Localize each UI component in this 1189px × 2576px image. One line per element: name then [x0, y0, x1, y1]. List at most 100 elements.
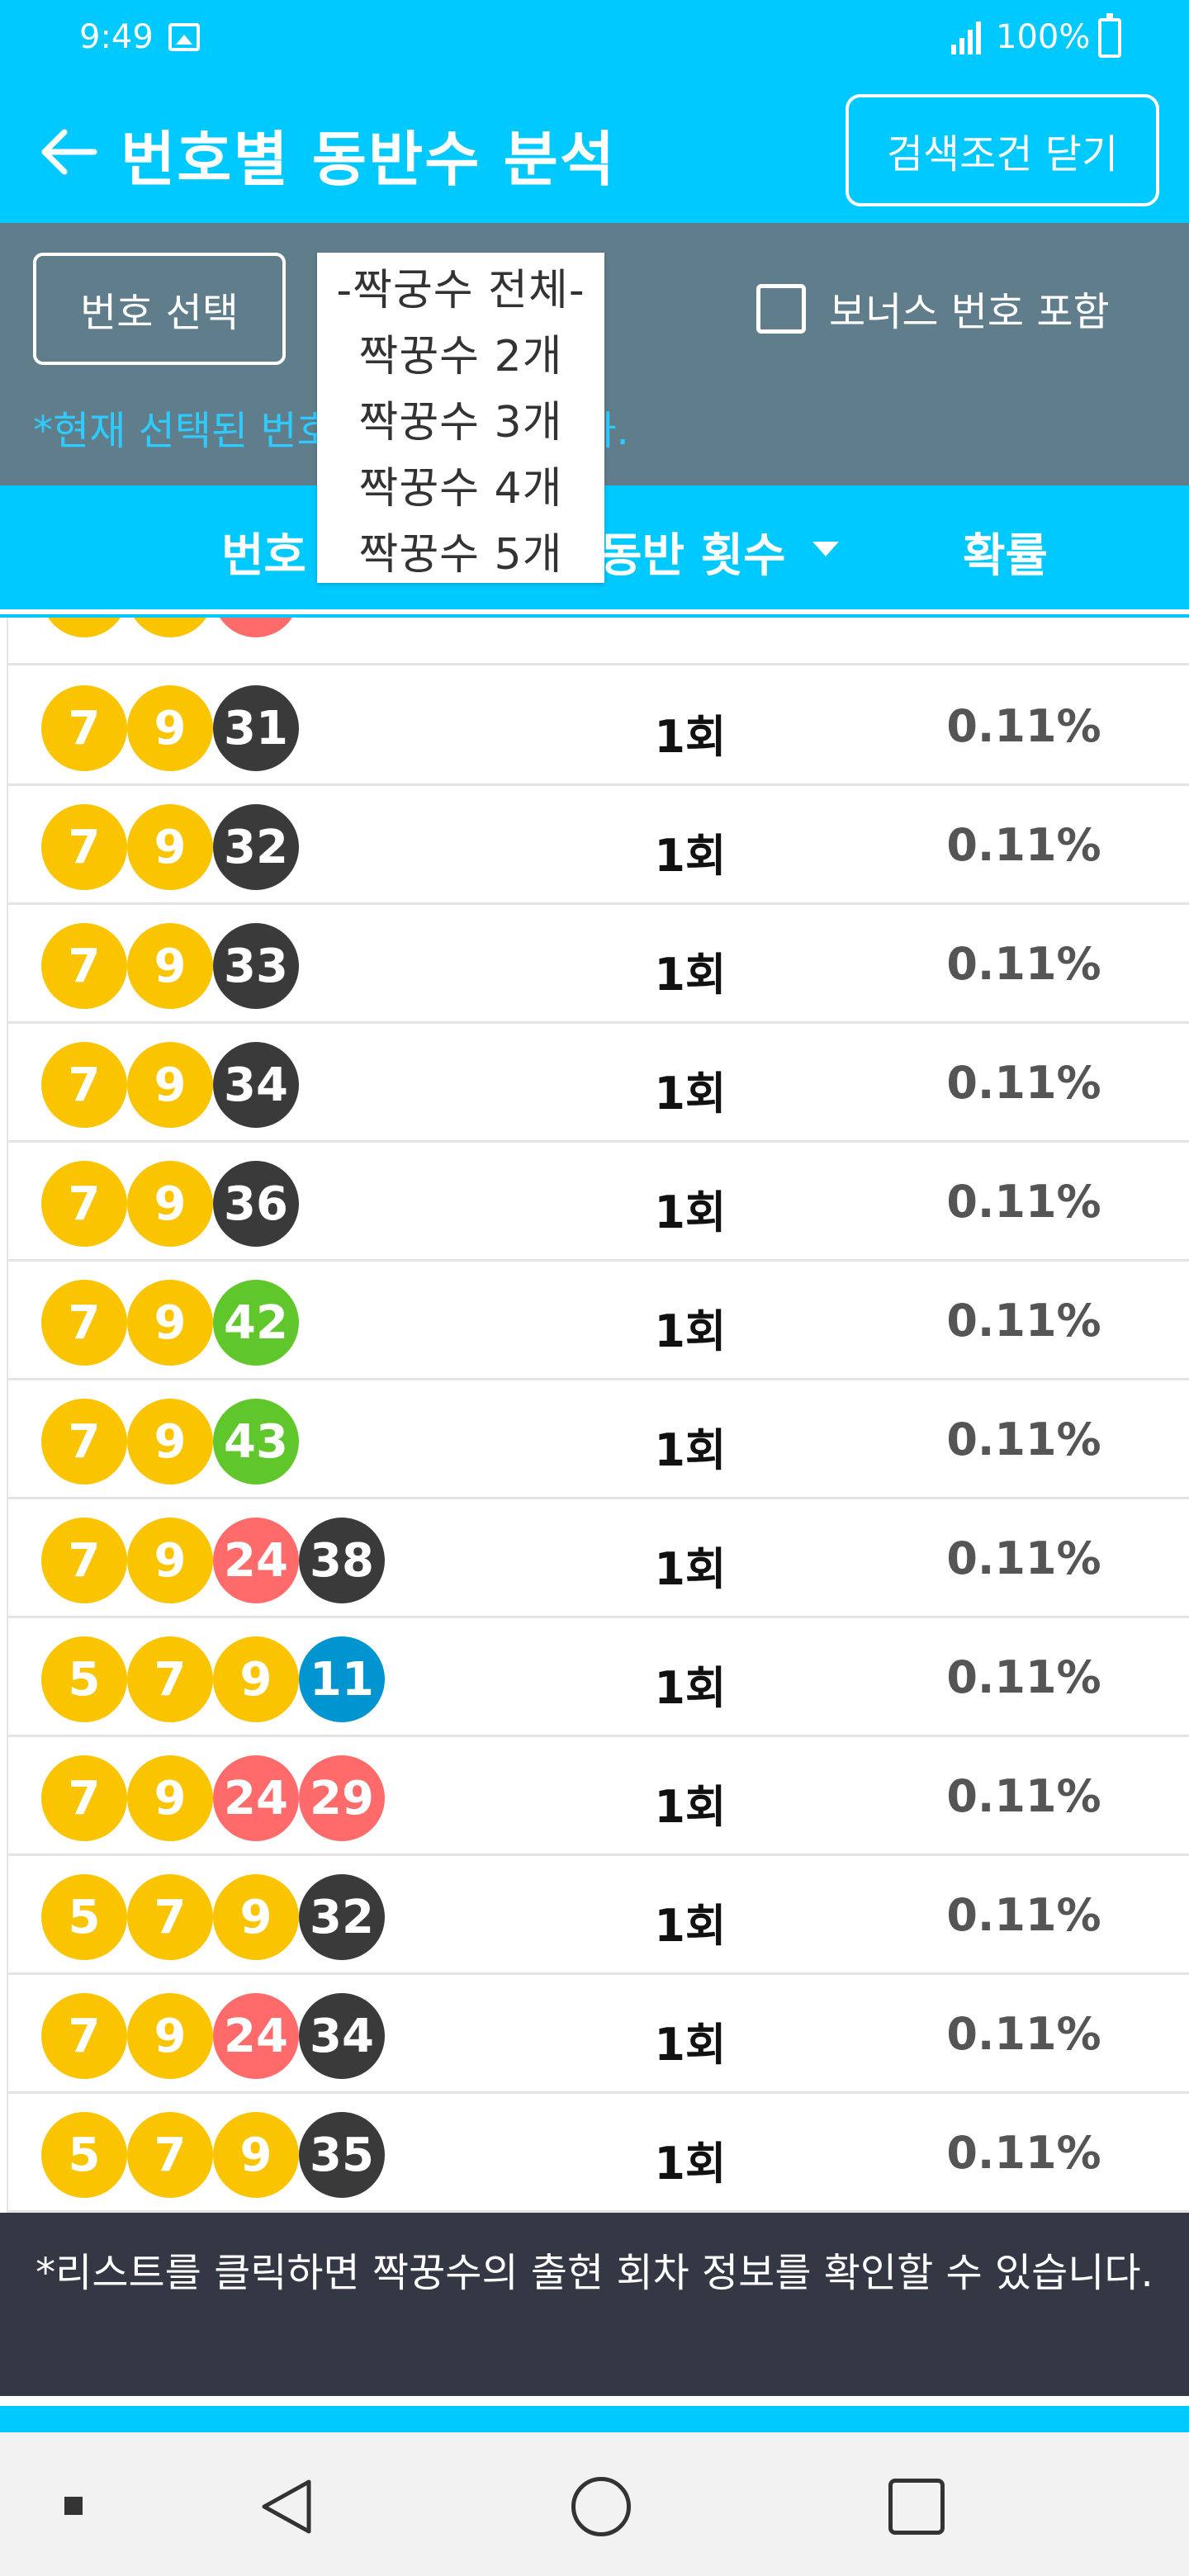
- signal-icon: [951, 21, 981, 54]
- battery-icon: [1098, 13, 1121, 58]
- probability-value: 0.11%: [946, 938, 1101, 990]
- number-ball: 11: [299, 1636, 385, 1722]
- status-bar: 9:49 100%: [0, 0, 1189, 79]
- number-ball: 9: [127, 1399, 213, 1485]
- number-ball: [41, 618, 127, 637]
- number-ball: 9: [127, 1518, 213, 1603]
- status-time: 9:49: [79, 18, 154, 56]
- app-bar: 번호별 동반수 분석 검색조건 닫기: [0, 79, 1189, 223]
- number-ball: 7: [127, 1874, 213, 1960]
- table-row[interactable]: 7 9 36 1회 0.11%: [8, 1143, 1189, 1262]
- probability-value: 0.11%: [946, 1057, 1101, 1109]
- number-ball: [213, 618, 299, 637]
- dropdown-option-5[interactable]: 짝꿍수 5개: [317, 517, 604, 583]
- number-ball: 7: [41, 1518, 127, 1603]
- number-ball: 34: [213, 1042, 299, 1128]
- dropdown-option-3[interactable]: 짝꿍수 3개: [317, 385, 604, 451]
- table-row[interactable]: 7 9 24 29 1회 0.11%: [8, 1737, 1189, 1856]
- select-number-button[interactable]: 번호 선택: [33, 253, 286, 365]
- probability-value: 0.11%: [946, 1532, 1101, 1584]
- number-ball: 7: [41, 1755, 127, 1841]
- table-row[interactable]: 7 9 43 1회 0.11%: [8, 1380, 1189, 1499]
- table-row[interactable]: 7 9 33 1회 0.11%: [8, 905, 1189, 1024]
- number-ball: 24: [213, 1993, 299, 2079]
- table-row[interactable]: 7 9 24 34 1회 0.11%: [8, 1975, 1189, 2094]
- pair-count-dropdown[interactable]: -짝궁수 전체- 짝꿍수 2개 짝꿍수 3개 짝꿍수 4개 짝꿍수 5개: [317, 253, 604, 583]
- number-ball: 31: [213, 685, 299, 771]
- number-ball: 9: [127, 685, 213, 771]
- probability-value: 0.11%: [946, 2008, 1101, 2060]
- number-ball: 36: [213, 1161, 299, 1247]
- probability-value: 0.11%: [946, 819, 1101, 871]
- number-ball: 9: [127, 1993, 213, 2079]
- divider: [0, 2396, 1189, 2406]
- table-row[interactable]: 7 9 42 1회 0.11%: [8, 1262, 1189, 1380]
- number-ball: 7: [41, 923, 127, 1009]
- probability-value: 0.11%: [946, 1413, 1101, 1466]
- number-ball: 5: [41, 1874, 127, 1960]
- table-row[interactable]: 7 9 24 38 1회 0.11%: [8, 1499, 1189, 1618]
- number-ball: 9: [213, 1874, 299, 1960]
- number-ball: 9: [127, 804, 213, 890]
- bottom-accent-bar: [0, 2406, 1189, 2432]
- number-ball: 29: [299, 1755, 385, 1841]
- co-occurrence-count: 1회: [654, 1424, 727, 1476]
- co-occurrence-count: 1회: [654, 711, 727, 763]
- number-ball: 32: [299, 1874, 385, 1960]
- table-row-partial[interactable]: [8, 618, 1189, 665]
- probability-value: 0.11%: [946, 700, 1101, 752]
- nav-menu-dot-icon[interactable]: [64, 2497, 83, 2515]
- table-row[interactable]: 5 7 9 35 1회 0.11%: [8, 2094, 1189, 2213]
- number-ball: 7: [41, 804, 127, 890]
- co-occurrence-count: 1회: [654, 830, 727, 882]
- system-nav-bar: [0, 2432, 1189, 2576]
- bonus-checkbox[interactable]: [756, 284, 806, 334]
- number-ball: 7: [127, 1636, 213, 1722]
- number-ball: 32: [213, 804, 299, 890]
- dropdown-option-all[interactable]: -짝궁수 전체-: [317, 253, 604, 319]
- co-occurrence-count: 1회: [654, 2138, 727, 2190]
- co-occurrence-count: 1회: [654, 1186, 727, 1238]
- table-row[interactable]: 5 7 9 32 1회 0.11%: [8, 1856, 1189, 1975]
- number-ball: 9: [213, 1636, 299, 1722]
- pair-list[interactable]: 7 9 31 1회 0.11% 7 9 32 1회 0.11% 7 9 33 1회 0.11% 7 9 34 1회 0…: [7, 618, 1189, 2213]
- number-ball: 7: [127, 2112, 213, 2198]
- info-message: *리스트를 클릭하면 짝꿍수의 출현 회차 정보를 확인할 수 있습니다.: [0, 2213, 1189, 2396]
- battery-percent: 100%: [996, 18, 1091, 56]
- co-occurrence-count: 1회: [654, 2019, 727, 2071]
- close-search-button[interactable]: 검색조건 닫기: [846, 94, 1159, 206]
- probability-value: 0.11%: [946, 1770, 1101, 1822]
- page-title: 번호별 동반수 분석: [121, 125, 617, 194]
- number-ball: 38: [299, 1518, 385, 1603]
- number-ball: 7: [41, 1399, 127, 1485]
- table-row[interactable]: 7 9 32 1회 0.11%: [8, 786, 1189, 905]
- sort-down-icon[interactable]: [812, 542, 839, 556]
- nav-back-icon[interactable]: [258, 2477, 315, 2536]
- bonus-checkbox-label[interactable]: 보너스 번호 포함: [829, 279, 1110, 337]
- probability-value: 0.11%: [946, 2127, 1101, 2179]
- table-row[interactable]: 5 7 9 11 1회 0.11%: [8, 1618, 1189, 1737]
- number-ball: 34: [299, 1993, 385, 2079]
- image-notification-icon: [168, 23, 200, 51]
- co-occurrence-count: 1회: [654, 1543, 727, 1595]
- column-header-count[interactable]: 동반 횟수: [599, 519, 786, 585]
- probability-value: 0.11%: [946, 1889, 1101, 1941]
- number-ball: 7: [41, 685, 127, 771]
- number-ball: 7: [41, 1042, 127, 1128]
- number-ball: 7: [41, 1161, 127, 1247]
- back-arrow-icon[interactable]: [40, 127, 97, 177]
- number-ball: 42: [213, 1280, 299, 1366]
- header-divider: [0, 609, 1189, 614]
- dropdown-option-2[interactable]: 짝꿍수 2개: [317, 319, 604, 385]
- dropdown-option-4[interactable]: 짝꿍수 4개: [317, 451, 604, 517]
- number-ball: 7: [41, 1993, 127, 2079]
- table-row[interactable]: 7 9 31 1회 0.11%: [8, 667, 1189, 786]
- co-occurrence-count: 1회: [654, 949, 727, 1001]
- nav-home-icon[interactable]: [571, 2477, 631, 2536]
- nav-recent-apps-icon[interactable]: [888, 2479, 945, 2535]
- number-ball: 5: [41, 1636, 127, 1722]
- number-ball: 24: [213, 1518, 299, 1603]
- table-row[interactable]: 7 9 34 1회 0.11%: [8, 1024, 1189, 1143]
- co-occurrence-count: 1회: [654, 1068, 727, 1120]
- number-ball: 7: [41, 1280, 127, 1366]
